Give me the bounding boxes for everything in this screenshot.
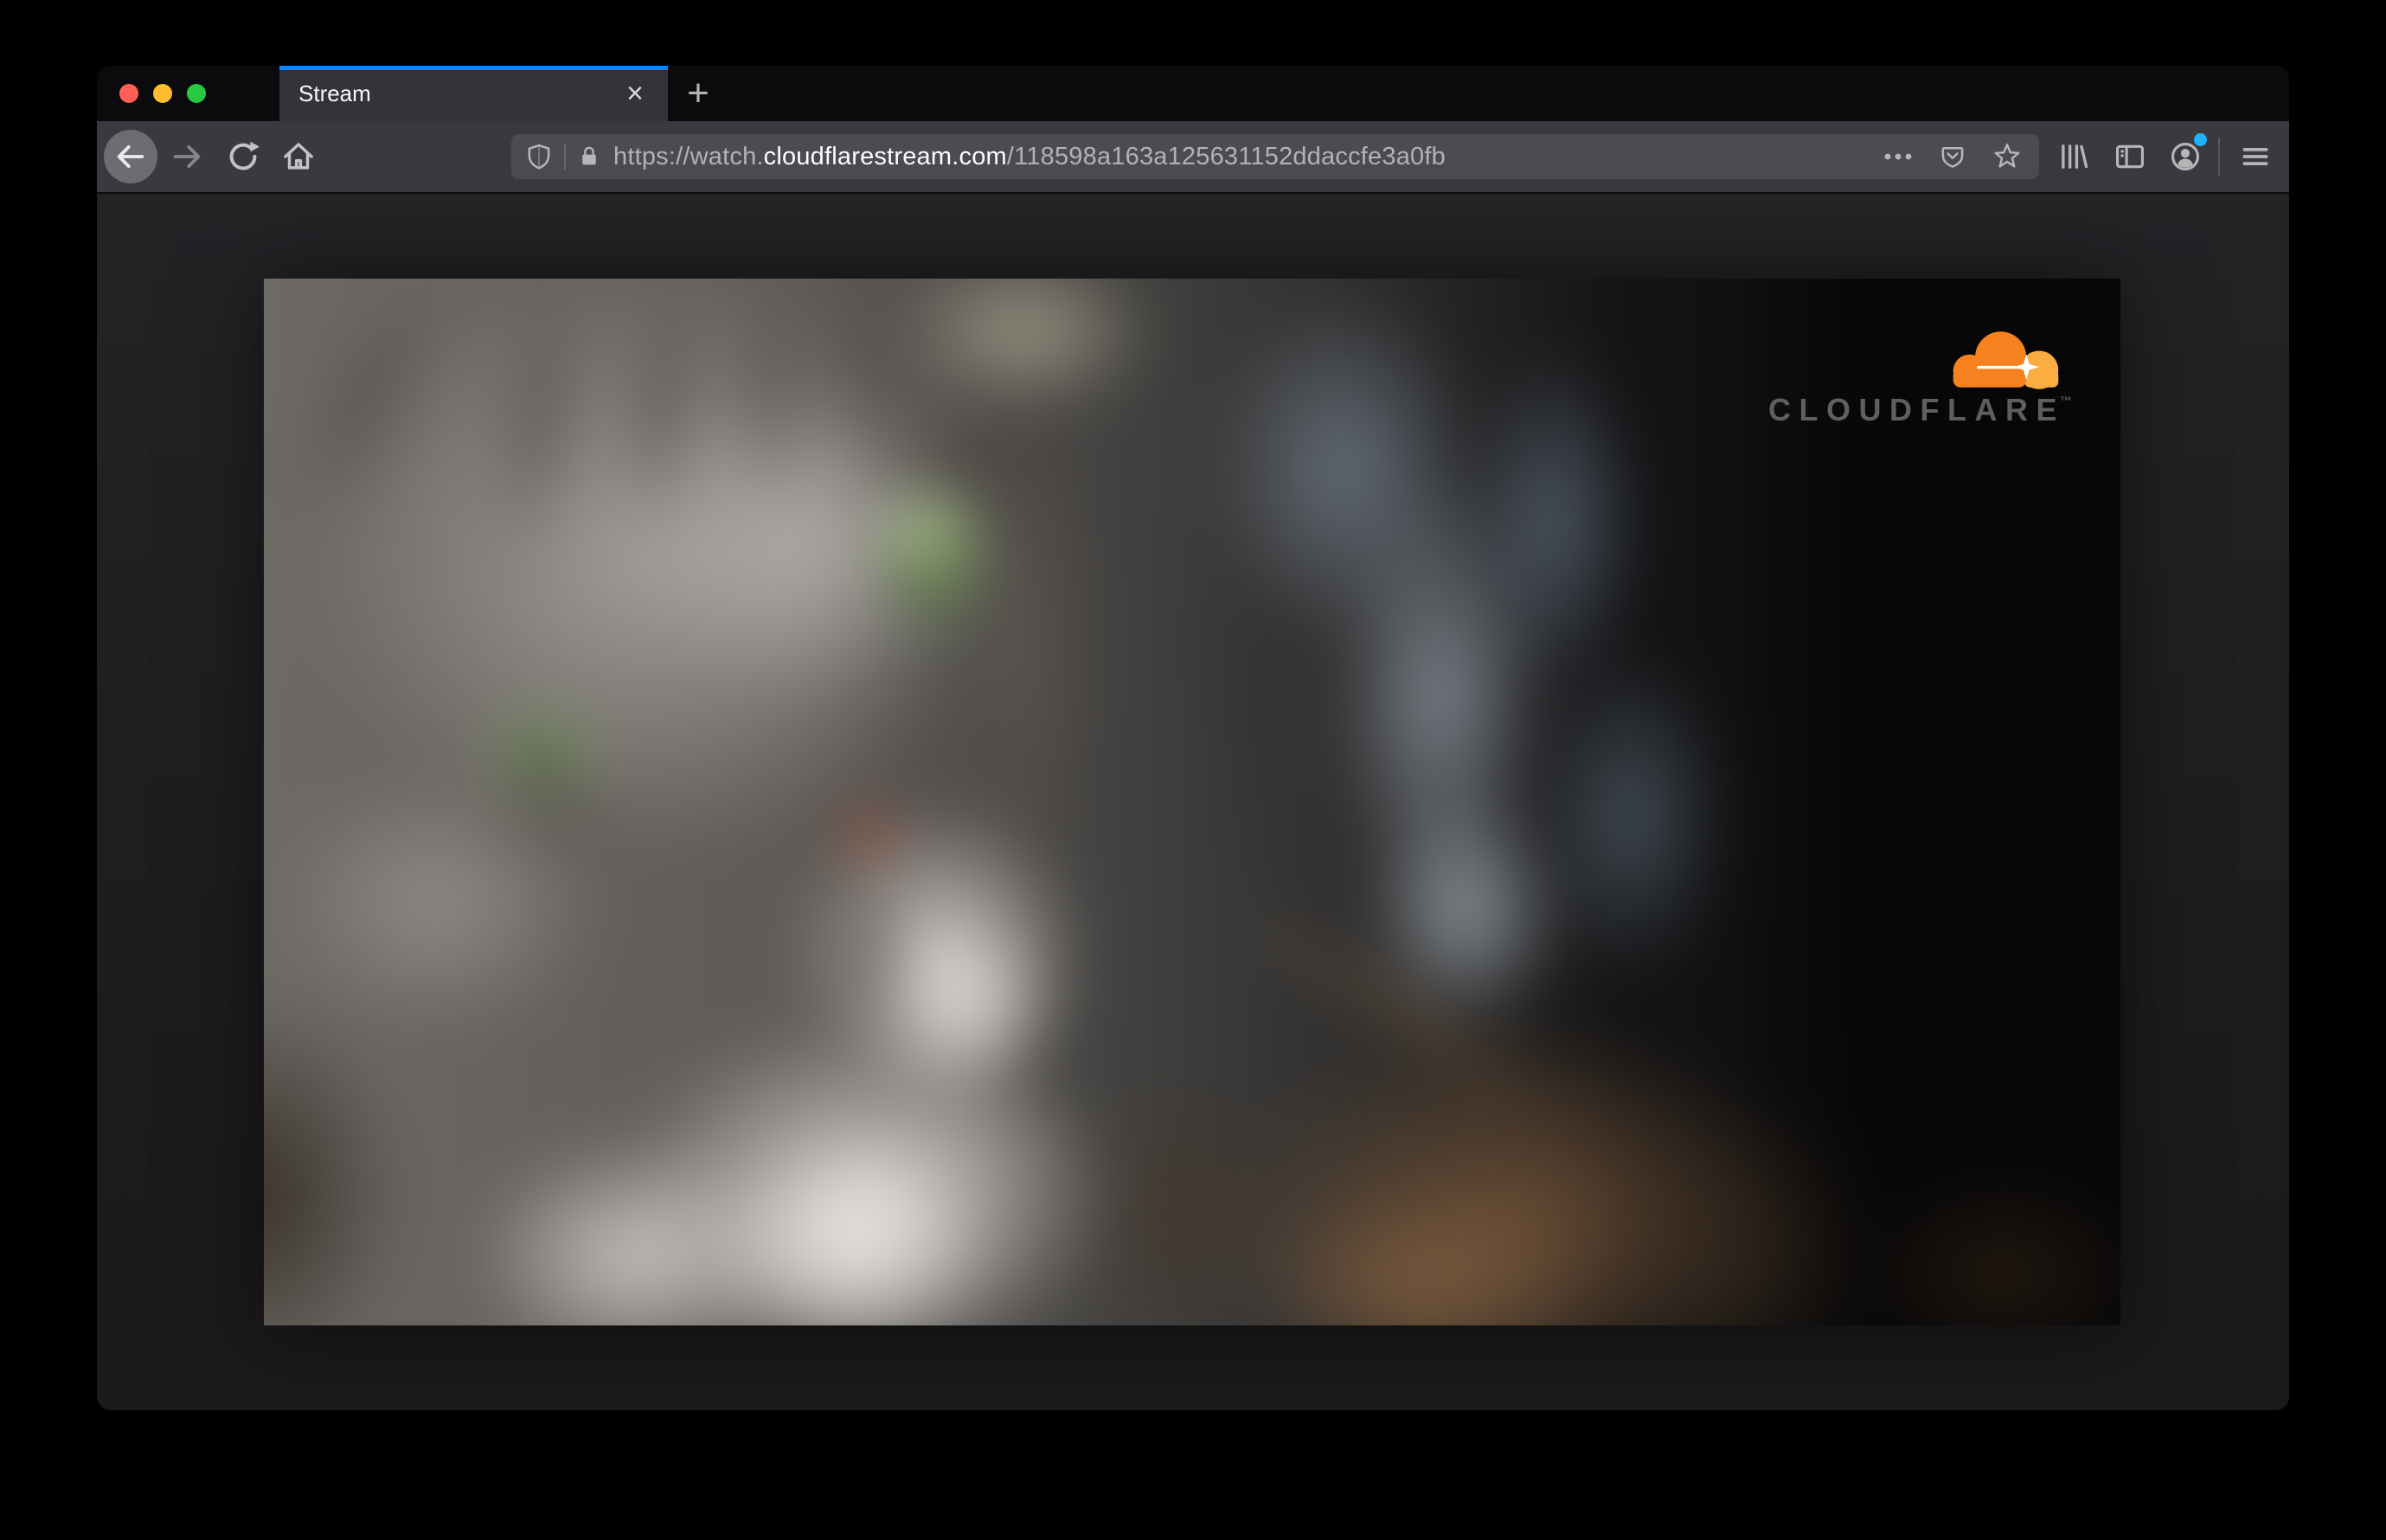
forward-arrow-icon <box>173 145 201 168</box>
library-icon <box>2062 144 2088 169</box>
minimize-window-button[interactable] <box>153 84 172 103</box>
sidebar-button[interactable] <box>2103 121 2157 192</box>
tab-stream[interactable]: Stream × <box>279 66 668 121</box>
close-window-button[interactable] <box>119 84 138 103</box>
url-domain: cloudflarestream.com <box>763 142 1007 170</box>
cloudflare-wordmark: CLOUDFLARE™ <box>1768 392 2072 427</box>
account-button[interactable] <box>2158 121 2212 192</box>
url-bar[interactable]: https://watch.cloudflarestream.com/11859… <box>511 134 2039 179</box>
video-frame-art <box>264 279 2120 1325</box>
url-scheme-host: https://watch. <box>613 142 764 170</box>
navigation-toolbar: https://watch.cloudflarestream.com/11859… <box>97 121 2289 194</box>
account-notification-dot <box>2194 133 2207 146</box>
pocket-icon[interactable] <box>1939 143 1966 170</box>
tab-bar: Stream × + <box>97 66 2289 121</box>
home-button[interactable] <box>272 121 325 192</box>
back-button[interactable] <box>104 130 157 183</box>
reload-button[interactable] <box>216 121 270 192</box>
tab-title: Stream <box>298 80 371 106</box>
hamburger-menu-icon <box>2242 148 2268 165</box>
menu-button[interactable] <box>2229 121 2282 192</box>
new-tab-button[interactable]: + <box>679 66 717 121</box>
cloudflare-cloud-icon <box>1953 331 2059 389</box>
urlbar-divider <box>564 144 566 170</box>
zoom-window-button[interactable] <box>187 84 206 103</box>
desktop-background: Stream × + https://watch.cloudflarestrea… <box>0 0 2386 1540</box>
sidebar-icon <box>2116 144 2144 169</box>
back-arrow-icon <box>117 145 144 168</box>
page-actions-ellipsis-icon[interactable] <box>1883 151 1913 162</box>
browser-window: Stream × + https://watch.cloudflarestrea… <box>97 66 2289 1410</box>
window-controls <box>97 66 206 121</box>
bookmark-star-icon[interactable] <box>1992 142 2022 171</box>
reload-icon <box>229 141 260 170</box>
url-path: /118598a163a125631152ddaccfe3a0fb <box>1006 142 1446 170</box>
video-player[interactable]: CLOUDFLARE™ <box>264 279 2120 1325</box>
forward-button[interactable] <box>160 121 214 192</box>
toolbar-separator <box>2218 138 2220 176</box>
trademark-symbol: ™ <box>2060 394 2072 407</box>
tracking-protection-shield-icon[interactable] <box>525 143 553 170</box>
page-content: CLOUDFLARE™ <box>97 194 2289 1410</box>
library-button[interactable] <box>2046 121 2100 192</box>
page-actions <box>1883 142 2025 171</box>
home-icon <box>284 143 313 170</box>
url-text: https://watch.cloudflarestream.com/11859… <box>613 143 1446 171</box>
cloudflare-watermark: CLOUDFLARE™ <box>1768 327 2072 426</box>
lock-icon[interactable] <box>577 144 601 170</box>
tab-close-icon[interactable]: × <box>618 66 652 121</box>
